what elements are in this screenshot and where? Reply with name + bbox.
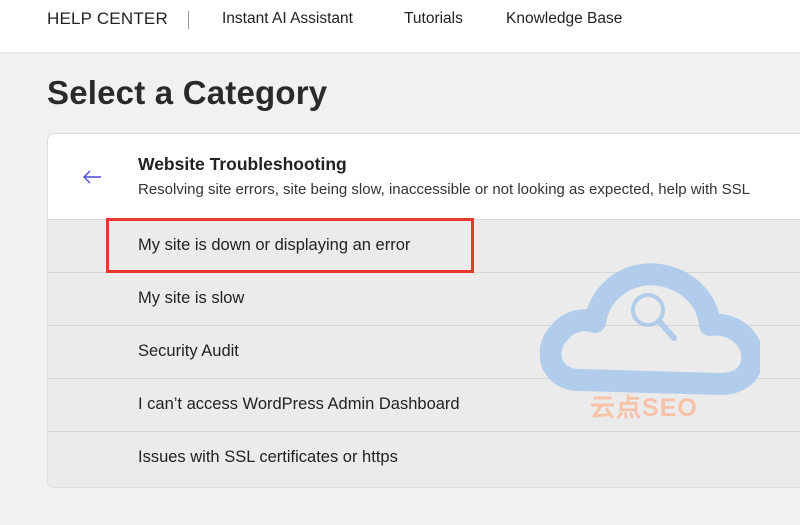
help-center-brand[interactable]: HELP CENTER <box>47 9 168 29</box>
nav-divider <box>188 11 189 29</box>
option-ssl-issues[interactable]: Issues with SSL certificates or https <box>48 431 800 484</box>
option-site-slow[interactable]: My site is slow <box>48 272 800 325</box>
option-security-audit[interactable]: Security Audit <box>48 325 800 378</box>
back-arrow-icon[interactable] <box>81 166 103 188</box>
option-site-down[interactable]: My site is down or displaying an error <box>48 219 800 272</box>
option-label: My site is slow <box>138 289 245 307</box>
nav-link-ai-assistant[interactable]: Instant AI Assistant <box>222 10 353 28</box>
option-label: I can’t access WordPress Admin Dashboard <box>138 395 460 413</box>
category-card: Website Troubleshooting Resolving site e… <box>47 133 800 488</box>
category-title: Website Troubleshooting <box>138 154 347 174</box>
option-label: Security Audit <box>138 342 239 360</box>
option-wp-admin-access[interactable]: I can’t access WordPress Admin Dashboard <box>48 378 800 431</box>
page-title: Select a Category <box>47 74 328 111</box>
option-label: Issues with SSL certificates or https <box>138 448 398 466</box>
top-navigation: HELP CENTER Instant AI Assistant Tutoria… <box>0 0 800 52</box>
category-header: Website Troubleshooting Resolving site e… <box>48 134 800 219</box>
nav-link-tutorials[interactable]: Tutorials <box>404 10 463 28</box>
nav-link-knowledge-base[interactable]: Knowledge Base <box>506 10 622 28</box>
option-label: My site is down or displaying an error <box>138 236 411 254</box>
category-description: Resolving site errors, site being slow, … <box>138 181 750 198</box>
